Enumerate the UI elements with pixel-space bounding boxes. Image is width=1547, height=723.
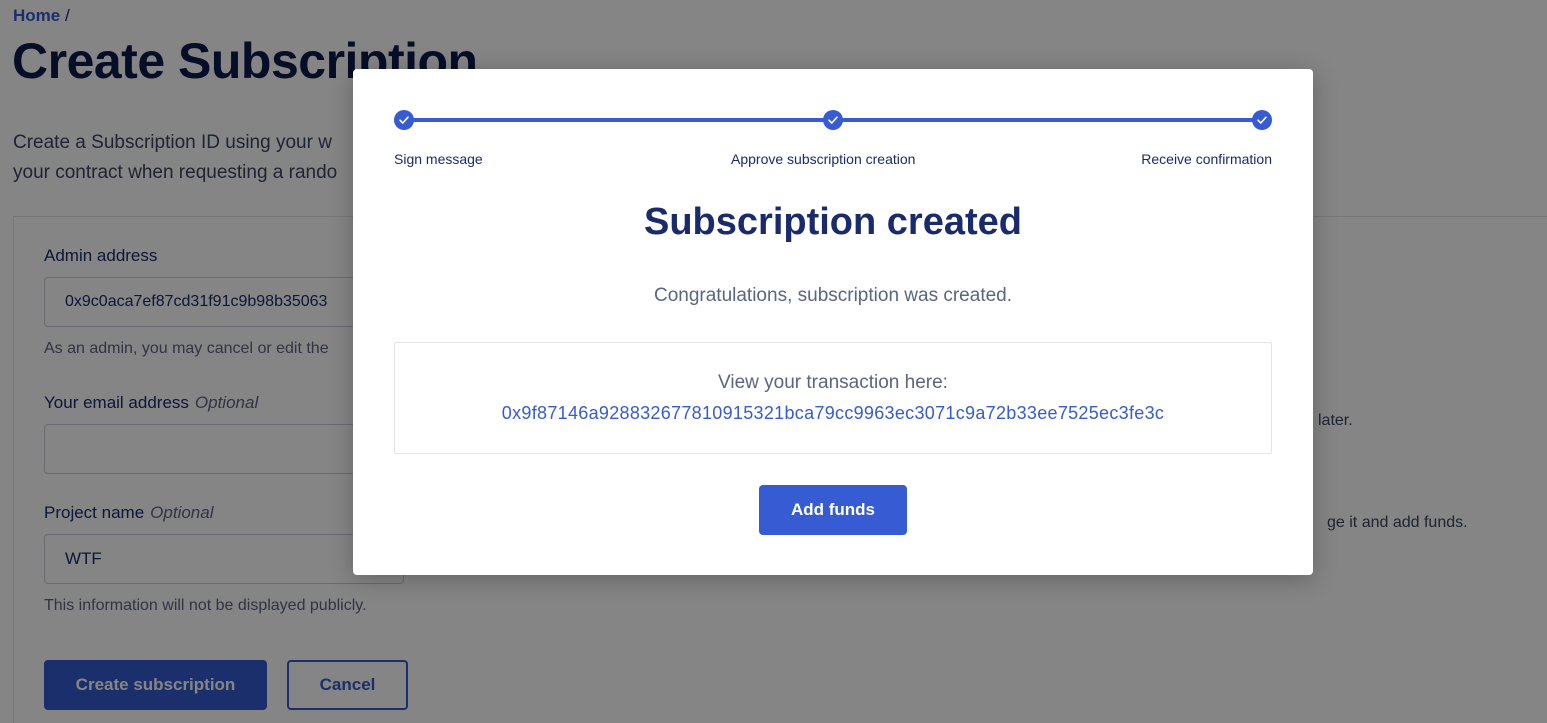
subscription-created-modal: Sign message Approve subscription creati… [353,69,1313,575]
add-funds-button[interactable]: Add funds [759,485,907,535]
transaction-hash-link[interactable]: 0x9f87146a928832677810915321bca79cc9963e… [395,403,1271,424]
modal-message: Congratulations, subscription was create… [653,285,1013,306]
transaction-label: View your transaction here: [718,372,948,393]
step-1-check-icon [394,110,414,130]
modal-title: Subscription created [644,201,1022,243]
step-3-label: Receive confirmation [1141,151,1272,167]
step-2-label: Approve subscription creation [731,151,916,167]
transaction-box: View your transaction here: 0x9f87146a92… [394,342,1272,454]
step-2-check-icon [823,110,843,130]
step-3-check-icon [1252,110,1272,130]
step-1-label: Sign message [394,151,483,167]
